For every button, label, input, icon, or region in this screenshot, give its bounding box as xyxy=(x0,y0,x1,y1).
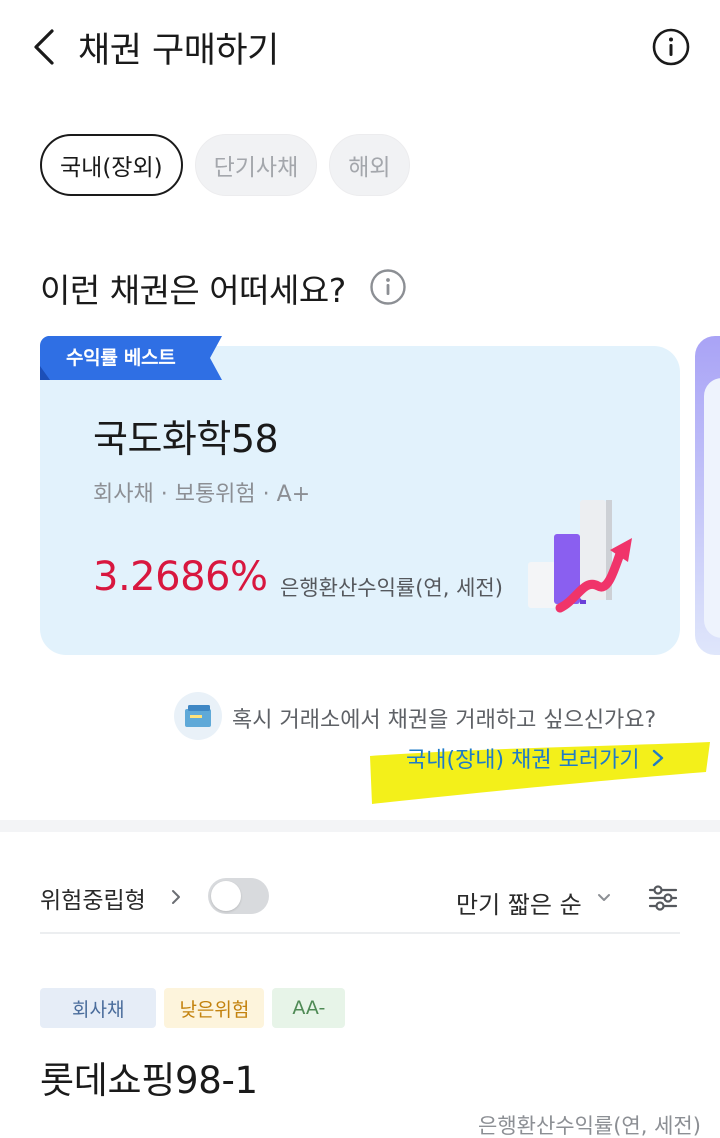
market-tabs: 국내(장외) 단기사채 해외 xyxy=(40,134,422,196)
chevron-down-icon[interactable] xyxy=(597,893,611,903)
chevron-right-icon xyxy=(652,749,663,767)
list-item-name[interactable]: 롯데쇼핑98-1 xyxy=(40,1050,258,1104)
tag-risk: 낮은위험 xyxy=(164,988,265,1028)
list-item-rate-label: 은행환산수익률(연, 세전) xyxy=(478,1114,701,1138)
bond-rate: 3.2686% xyxy=(93,554,268,600)
bar-chart-up-icon xyxy=(528,500,632,613)
sliders-icon[interactable] xyxy=(648,884,678,912)
section-divider xyxy=(0,820,720,832)
krx-icon xyxy=(174,692,222,740)
filter-divider xyxy=(40,932,680,934)
exchange-link[interactable]: 국내(장내) 채권 보러가기 xyxy=(406,740,666,776)
info-icon[interactable] xyxy=(651,27,691,67)
exchange-question: 혹시 거래소에서 채권을 거래하고 싶으신가요? xyxy=(232,708,657,733)
tab-short-term[interactable]: 단기사채 xyxy=(194,134,318,196)
next-card-peek[interactable] xyxy=(695,336,720,655)
risk-toggle[interactable] xyxy=(208,878,269,914)
sort-dropdown[interactable]: 만기 짧은 순 xyxy=(456,885,582,920)
page-title: 채권 구매하기 xyxy=(78,31,279,71)
tag-rating: AA- xyxy=(272,988,346,1028)
header: 채권 구매하기 xyxy=(0,0,720,100)
chevron-left-icon[interactable] xyxy=(30,27,60,67)
tab-overseas[interactable]: 해외 xyxy=(329,134,410,196)
exchange-link-label: 국내(장내) 채권 보러가기 xyxy=(406,748,640,773)
info-icon[interactable] xyxy=(369,268,407,306)
bond-meta: 회사채 · 보통위험 · A+ xyxy=(93,482,311,507)
tab-domestic-otc[interactable]: 국내(장외) xyxy=(40,134,183,196)
toggle-knob xyxy=(211,881,241,911)
chevron-right-icon[interactable] xyxy=(170,888,182,906)
filter-bar: 위험중립형 만기 짧은 순 xyxy=(40,872,680,922)
exchange-prompt: 혹시 거래소에서 채권을 거래하고 싶으신가요? xyxy=(170,690,680,740)
bond-tags: 회사채 낮은위험 AA- xyxy=(40,988,353,1028)
tag-bond-type: 회사채 xyxy=(40,988,157,1028)
risk-profile-label[interactable]: 위험중립형 xyxy=(40,881,146,915)
rate-label: 은행환산수익률(연, 세전) xyxy=(280,576,503,600)
bond-name: 국도화학58 xyxy=(93,417,279,461)
recommend-title: 이런 채권은 어떠세요? xyxy=(40,271,346,310)
badge-label: 수익률 베스트 xyxy=(66,347,176,369)
